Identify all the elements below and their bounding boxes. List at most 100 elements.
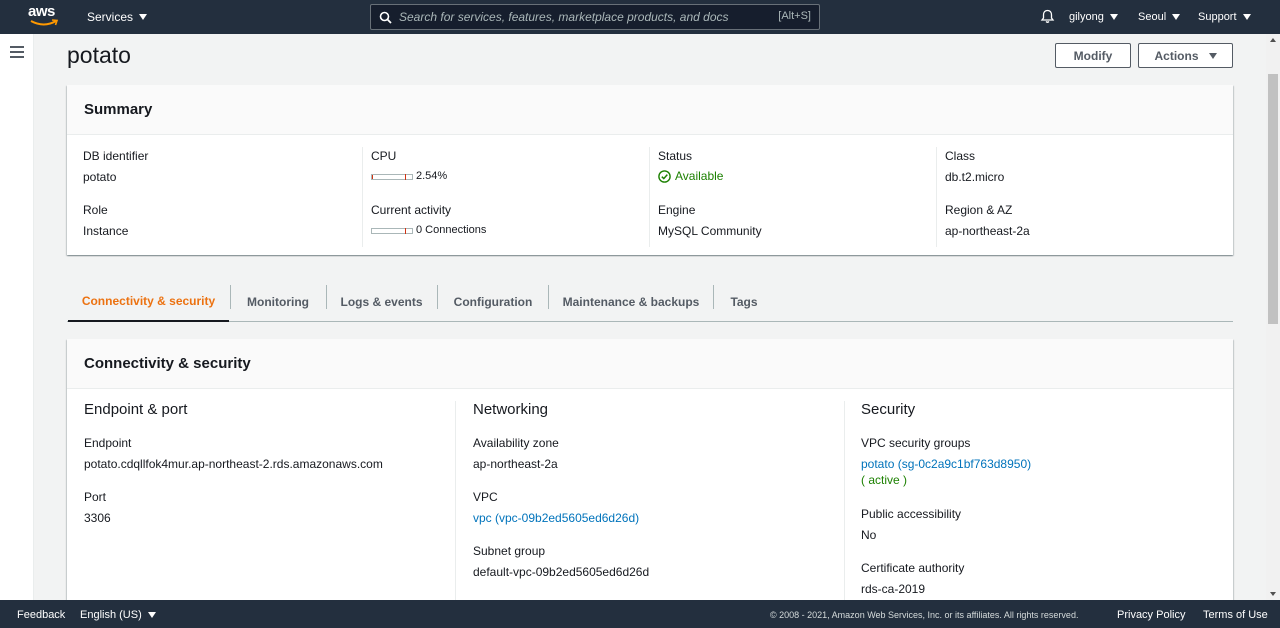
- networking-title: Networking: [473, 401, 549, 418]
- language-label: English (US): [80, 609, 142, 621]
- actions-button[interactable]: Actions: [1138, 43, 1233, 68]
- page-scrollbar[interactable]: [1266, 34, 1280, 600]
- tab-configuration[interactable]: Configuration: [438, 282, 548, 322]
- tab-label: Connectivity & security: [81, 294, 216, 308]
- region-menu[interactable]: Seoul: [1138, 11, 1181, 23]
- column-divider: [844, 401, 845, 611]
- endpoint-label: Endpoint: [84, 436, 132, 450]
- search-shortcut-hint: [Alt+S]: [778, 10, 811, 22]
- region-label: Seoul: [1138, 11, 1167, 23]
- status-label: Status: [658, 149, 693, 163]
- account-menu[interactable]: gilyong: [1069, 11, 1118, 23]
- region-az-label: Region & AZ: [945, 203, 1013, 217]
- scroll-up-icon[interactable]: [1270, 38, 1276, 42]
- top-navigation-bar: aws Services [Alt+S] gilyong Seoul Suppo…: [0, 0, 1280, 34]
- caret-down-icon: [1208, 52, 1217, 59]
- tab-label: Logs & events: [340, 295, 423, 309]
- summary-header: Summary: [67, 85, 1233, 135]
- security-group-link[interactable]: potato (sg-0c2a9c1bf763d8950): [861, 457, 1031, 471]
- region-az-value: ap-northeast-2a: [945, 224, 1030, 238]
- aws-smile-icon: [30, 19, 58, 26]
- class-label: Class: [945, 149, 976, 163]
- connectivity-security-panel: Connectivity & security Endpoint & port …: [67, 339, 1233, 611]
- services-label: Services: [87, 10, 134, 24]
- caret-down-icon: [1242, 14, 1251, 20]
- language-selector[interactable]: English (US): [80, 609, 156, 621]
- activity-meter: [371, 228, 413, 234]
- db-identifier-label: DB identifier: [83, 149, 149, 163]
- success-check-icon: [658, 169, 671, 183]
- availability-zone-label: Availability zone: [473, 436, 559, 450]
- tab-monitoring[interactable]: Monitoring: [231, 282, 325, 322]
- support-menu[interactable]: Support: [1198, 11, 1251, 23]
- side-navigation-rail: [0, 34, 34, 600]
- subnet-group-label: Subnet group: [473, 544, 546, 558]
- current-activity-label: Current activity: [371, 203, 452, 217]
- modify-button-label: Modify: [1073, 48, 1113, 63]
- connectivity-title: Connectivity & security: [84, 355, 251, 372]
- certificate-authority-value: rds-ca-2019: [861, 582, 926, 596]
- vpc-label: VPC: [473, 490, 498, 504]
- port-value: 3306: [84, 511, 111, 525]
- tab-label: Monitoring: [247, 295, 309, 309]
- cpu-label: CPU: [371, 149, 397, 163]
- caret-down-icon: [139, 14, 148, 20]
- account-label: gilyong: [1069, 11, 1104, 23]
- vpc-link[interactable]: vpc (vpc-09b2ed5605ed6d26d): [473, 511, 639, 525]
- column-divider: [362, 147, 363, 247]
- db-identifier-value: potato: [83, 170, 117, 184]
- current-activity-value: 0 Connections: [416, 224, 487, 236]
- security-group-status: ( active ): [861, 473, 908, 487]
- scrollbar-thumb[interactable]: [1268, 74, 1278, 324]
- aws-logo-text: aws: [28, 3, 55, 20]
- tab-label: Configuration: [453, 295, 533, 309]
- column-divider: [936, 147, 937, 247]
- tab-logs-events[interactable]: Logs & events: [327, 282, 436, 322]
- notification-bell-icon[interactable]: [1040, 9, 1055, 24]
- modify-button[interactable]: Modify: [1055, 43, 1131, 68]
- aws-logo[interactable]: aws: [28, 4, 62, 30]
- availability-zone-value: ap-northeast-2a: [473, 457, 558, 471]
- vpc-security-groups-label: VPC security groups: [861, 436, 971, 450]
- menu-hamburger-icon[interactable]: [10, 46, 24, 58]
- privacy-policy-link[interactable]: Privacy Policy: [1117, 609, 1185, 621]
- terms-of-use-link[interactable]: Terms of Use: [1203, 609, 1268, 621]
- feedback-link[interactable]: Feedback: [17, 609, 65, 621]
- actions-button-label: Actions: [1154, 48, 1199, 63]
- page-title: potato: [67, 42, 131, 68]
- certificate-authority-label: Certificate authority: [861, 561, 965, 575]
- endpoint-port-title: Endpoint & port: [84, 401, 188, 418]
- status-text: Available: [675, 169, 724, 183]
- copyright-text: © 2008 - 2021, Amazon Web Services, Inc.…: [770, 610, 1079, 620]
- search-icon: [379, 11, 392, 24]
- class-value: db.t2.micro: [945, 170, 1005, 184]
- cpu-value: 2.54%: [416, 170, 448, 182]
- caret-down-icon: [1172, 14, 1181, 20]
- role-label: Role: [83, 203, 108, 217]
- tab-tags[interactable]: Tags: [714, 282, 774, 322]
- column-divider: [649, 147, 650, 247]
- cpu-meter: [371, 174, 413, 180]
- endpoint-value: potato.cdqllfok4mur.ap-northeast-2.rds.a…: [84, 457, 383, 471]
- subnet-group-value: default-vpc-09b2ed5605ed6d26d: [473, 565, 650, 579]
- column-divider: [455, 401, 456, 611]
- port-label: Port: [84, 490, 107, 504]
- footer-bar: Feedback English (US) © 2008 - 2021, Ama…: [0, 600, 1280, 628]
- tab-maintenance-backups[interactable]: Maintenance & backups: [549, 282, 713, 322]
- cpu-meter-fill: [372, 175, 373, 179]
- tab-connectivity-security[interactable]: Connectivity & security: [68, 282, 229, 322]
- search-box[interactable]: [Alt+S]: [370, 4, 820, 30]
- public-accessibility-value: No: [861, 528, 877, 542]
- summary-panel: Summary DB identifier potato Role Instan…: [67, 85, 1233, 255]
- activity-meter-marker: [405, 228, 406, 234]
- tab-label: Maintenance & backups: [562, 295, 700, 309]
- cpu-meter-marker: [405, 174, 406, 180]
- detail-tabs: Connectivity & security Monitoring Logs …: [67, 282, 1233, 322]
- caret-down-icon: [1109, 14, 1118, 20]
- role-value: Instance: [83, 224, 129, 238]
- search-input[interactable]: [399, 8, 759, 26]
- services-menu[interactable]: Services: [87, 10, 148, 24]
- status-value: Available: [658, 169, 723, 183]
- scroll-down-icon[interactable]: [1270, 592, 1276, 596]
- public-accessibility-label: Public accessibility: [861, 507, 962, 521]
